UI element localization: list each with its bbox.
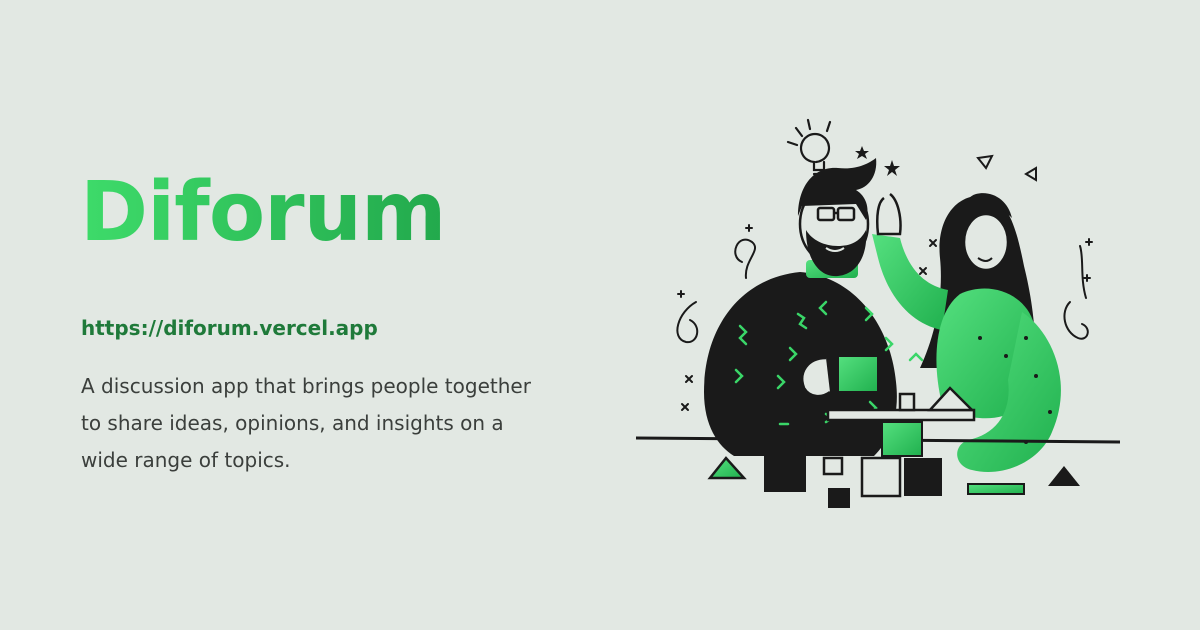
app-title: Diforum [80,165,446,260]
collaboration-illustration [635,118,1121,508]
app-url-link[interactable]: https://diforum.vercel.app [81,316,378,340]
og-card: Diforum https://diforum.vercel.app A dis… [0,0,1200,630]
triangle-outline-icon [976,154,1037,182]
app-description: A discussion app that brings people toge… [81,374,531,472]
